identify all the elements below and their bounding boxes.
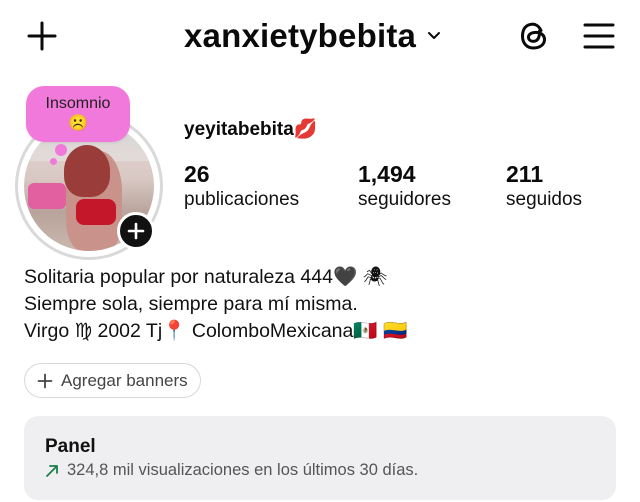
avatar-swimsuit — [76, 199, 116, 225]
plus-icon — [127, 222, 145, 240]
username: xanxietybebita — [184, 17, 417, 54]
threads-icon — [520, 22, 547, 50]
followers-label: seguidores — [358, 189, 451, 210]
note-text: Insomnio — [45, 95, 111, 112]
hamburger-menu-icon — [583, 23, 615, 49]
chevron-down-icon — [426, 28, 442, 44]
following-count: 211 — [506, 161, 544, 187]
panel-subtitle: 324,8 mil visualizaciones en los últimos… — [67, 461, 419, 479]
bio-line: Solitaria popular por naturaleza 444🖤 🕷 — [24, 266, 388, 288]
note-bubble-tail-small — [50, 158, 57, 165]
followers-stat[interactable]: 1,494 seguidores — [358, 161, 451, 213]
add-banners-button[interactable]: Agregar banners — [24, 363, 201, 398]
top-bar: xanxietybebita — [0, 0, 640, 76]
bio: Solitaria popular por naturaleza 444🖤 🕷 … — [24, 264, 407, 345]
followers-count: 1,494 — [358, 161, 416, 187]
menu-button[interactable] — [578, 16, 620, 56]
posts-label: publicaciones — [184, 189, 300, 210]
note-bubble[interactable]: Insomnio ☹️ — [26, 86, 130, 142]
add-banners-label: Agregar banners — [61, 370, 188, 390]
add-story-button[interactable] — [117, 212, 155, 250]
threads-button[interactable] — [512, 14, 556, 58]
posts-count: 26 — [184, 161, 210, 187]
avatar-hair — [64, 145, 110, 197]
bio-line: Virgo ♍ 2002 Tj📍 ColomboMexicana🇲🇽 🇨🇴 — [24, 320, 408, 342]
panel-title: Panel — [45, 436, 96, 457]
plus-icon — [27, 21, 57, 51]
following-label: seguidos — [506, 189, 583, 210]
display-name: yeyitabebita💋 — [184, 119, 318, 140]
posts-stat[interactable]: 26 publicaciones — [184, 161, 299, 213]
note-emoji: ☹️ — [68, 115, 88, 132]
plus-icon — [37, 373, 53, 388]
panel-subtitle-row: 324,8 mil visualizaciones en los últimos… — [45, 461, 418, 480]
trending-up-icon — [45, 464, 59, 478]
account-switcher[interactable]: xanxietybebita — [184, 14, 442, 58]
note-bubble-tail — [55, 144, 67, 156]
create-button[interactable] — [22, 16, 62, 56]
professional-dashboard-panel[interactable]: Panel 324,8 mil visualizaciones en los ú… — [24, 416, 616, 500]
following-stat[interactable]: 211 seguidos — [506, 161, 582, 213]
bio-line: Siempre sola, siempre para mí misma. — [24, 293, 358, 315]
avatar-towel — [28, 183, 66, 209]
